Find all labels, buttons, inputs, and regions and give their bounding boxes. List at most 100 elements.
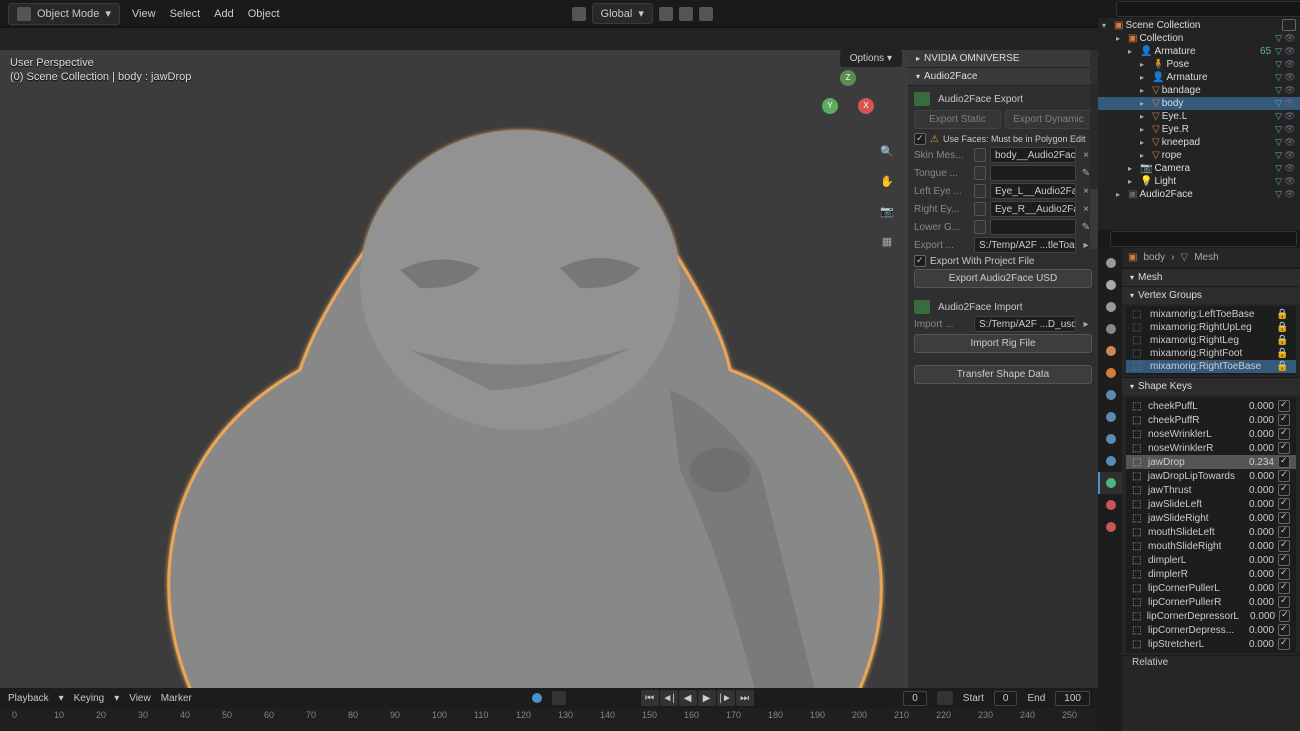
camera-icon[interactable]: 📷 (876, 200, 898, 222)
outliner-item[interactable]: ▸▣Collection▽👁 (1098, 32, 1300, 45)
vertex-group-item[interactable]: ⬚mixamorig:LeftToeBase🔒 (1126, 308, 1296, 321)
axis-x-icon[interactable]: X (858, 98, 874, 114)
skin-mesh-field[interactable]: body__Audio2Face_EX (990, 147, 1076, 163)
shape-key-item[interactable]: ⬚mouthSlideRight0.000 (1126, 539, 1296, 553)
shape-keys-panel[interactable]: Shape Keys (1122, 378, 1300, 395)
orientation-selector[interactable]: Global ▾ (592, 3, 653, 24)
omniverse-section[interactable]: NVIDIA OMNIVERSE (908, 50, 1098, 68)
tab-world[interactable] (1098, 340, 1122, 362)
jump-start-button[interactable]: ⏮ (641, 690, 659, 706)
autokey-set-icon[interactable] (552, 691, 566, 705)
import-rig-button[interactable]: Import Rig File (914, 334, 1092, 353)
keyframe-next-button[interactable]: |► (717, 690, 735, 706)
outliner-item[interactable]: ▸▽bandage▽👁 (1098, 84, 1300, 97)
tl-playback[interactable]: Playback (8, 693, 49, 704)
vertex-group-item[interactable]: ⬚mixamorig:RightLeg🔒 (1126, 334, 1296, 347)
outliner-item[interactable]: ▸🧍Pose▽👁 (1098, 58, 1300, 71)
current-frame-field[interactable]: 0 (903, 691, 927, 706)
shape-key-item[interactable]: ⬚jawThrust0.000 (1126, 483, 1296, 497)
outliner-item[interactable]: ▸👤Armature65▽👁 (1098, 45, 1300, 58)
cursor-icon[interactable] (572, 7, 586, 21)
lower-dropper[interactable] (974, 220, 986, 234)
transfer-shape-button[interactable]: Transfer Shape Data (914, 365, 1092, 384)
tongue-field[interactable] (990, 165, 1076, 181)
persp-icon[interactable]: ▦ (876, 230, 898, 252)
shape-key-item[interactable]: ⬚lipCornerDepressorL0.000 (1126, 609, 1296, 623)
export-proj-checkbox[interactable] (914, 255, 926, 267)
outliner-item[interactable]: ▸👤Armature▽👁 (1098, 71, 1300, 84)
outliner-item[interactable]: ▸▽body▽👁 (1098, 97, 1300, 110)
autokey-icon[interactable] (532, 693, 542, 703)
play-rev-button[interactable]: ◀ (679, 690, 697, 706)
outliner-item[interactable]: ▸▽kneepad▽👁 (1098, 136, 1300, 149)
prop-edit-icon[interactable] (699, 7, 713, 21)
shape-key-item[interactable]: ⬚lipStretcherL0.000 (1126, 637, 1296, 651)
timeline-ruler[interactable]: 0102030405060708090100110120130140150160… (0, 708, 1098, 731)
tab-modifier[interactable] (1098, 384, 1122, 406)
jump-end-button[interactable]: ⏭ (736, 690, 754, 706)
tab-texture[interactable] (1098, 516, 1122, 538)
shape-key-item[interactable]: ⬚mouthSlideLeft0.000 (1126, 525, 1296, 539)
crumb-mesh[interactable]: Mesh (1194, 252, 1218, 263)
menu-view[interactable]: View (132, 8, 156, 20)
outliner-item[interactable]: ▸▣Audio2Face▽👁 (1098, 188, 1300, 201)
nav-gizmo[interactable]: Z X Y (818, 70, 878, 130)
pivot-icon[interactable] (659, 7, 673, 21)
shape-key-item[interactable]: ⬚jawDropLipTowards0.000 (1126, 469, 1296, 483)
tab-output[interactable] (1098, 274, 1122, 296)
outliner-root[interactable]: ▾▣ Scene Collection (1098, 18, 1300, 32)
tab-object[interactable] (1098, 362, 1122, 384)
zoom-icon[interactable]: 🔍 (876, 140, 898, 162)
tongue-dropper[interactable] (974, 166, 986, 180)
import-browse[interactable]: ▸ (1080, 319, 1092, 330)
axis-y-icon[interactable]: Y (822, 98, 838, 114)
import-path-field[interactable]: S:/Temp/A2F ...D_usdSkel.usd (974, 316, 1076, 332)
mode-selector[interactable]: Object Mode ▾ (8, 3, 120, 25)
vertex-groups-panel[interactable]: Vertex Groups (1122, 287, 1300, 304)
vertex-group-item[interactable]: ⬚mixamorig:RightFoot🔒 (1126, 347, 1296, 360)
tab-mesh-data[interactable] (1098, 472, 1122, 494)
restrict-icon[interactable] (1282, 19, 1296, 31)
lower-gum-field[interactable] (990, 219, 1076, 235)
tl-keying[interactable]: Keying (74, 693, 105, 704)
outliner-item[interactable]: ▸💡Light▽👁 (1098, 175, 1300, 188)
axis-z-icon[interactable]: Z (840, 70, 856, 86)
export-path-field[interactable]: S:/Temp/A2F ...tleToad1.usdc (974, 237, 1076, 253)
outliner-item[interactable]: ▸📷Camera▽👁 (1098, 162, 1300, 175)
viewport-options[interactable]: Options ▾ (840, 50, 902, 67)
keyframe-prev-button[interactable]: ◄| (660, 690, 678, 706)
outliner-search[interactable] (1116, 1, 1300, 17)
snap-icon[interactable] (679, 7, 693, 21)
use-faces-checkbox[interactable] (914, 133, 926, 145)
tab-render[interactable] (1098, 252, 1122, 274)
left-eye-field[interactable]: Eye_L__Audio2Face_EX (990, 183, 1076, 199)
tab-physics[interactable] (1098, 428, 1122, 450)
pan-icon[interactable]: ✋ (876, 170, 898, 192)
mesh-panel[interactable]: Mesh (1122, 269, 1300, 286)
shape-key-item[interactable]: ⬚cheekPuffR0.000 (1126, 413, 1296, 427)
vertex-group-item[interactable]: ⬚mixamorig:RightUpLeg🔒 (1126, 321, 1296, 334)
end-frame-field[interactable]: 100 (1055, 691, 1090, 706)
shape-key-item[interactable]: ⬚dimplerR0.000 (1126, 567, 1296, 581)
leye-dropper[interactable] (974, 184, 986, 198)
shape-key-item[interactable]: ⬚jawSlideRight0.000 (1126, 511, 1296, 525)
crumb-object[interactable]: body (1143, 252, 1165, 263)
shape-key-item[interactable]: ⬚lipCornerDepress...0.000 (1126, 623, 1296, 637)
right-eye-field[interactable]: Eye_R__Audio2Face_EX (990, 201, 1076, 217)
shape-key-item[interactable]: ⬚noseWrinklerL0.000 (1126, 427, 1296, 441)
menu-object[interactable]: Object (248, 8, 280, 20)
outliner-item[interactable]: ▸▽Eye.R▽👁 (1098, 123, 1300, 136)
tab-scene[interactable] (1098, 318, 1122, 340)
start-frame-field[interactable]: 0 (994, 691, 1018, 706)
outliner-item[interactable]: ▸▽rope▽👁 (1098, 149, 1300, 162)
outliner[interactable]: ▾▣ Scene Collection ▸▣Collection▽👁▸👤Arma… (1098, 18, 1300, 230)
shape-key-item[interactable]: ⬚dimplerL0.000 (1126, 553, 1296, 567)
shape-key-item[interactable]: ⬚jawDrop0.234 (1126, 455, 1296, 469)
shape-key-item[interactable]: ⬚lipCornerPullerR0.000 (1126, 595, 1296, 609)
menu-select[interactable]: Select (170, 8, 201, 20)
shape-key-item[interactable]: ⬚cheekPuffL0.000 (1126, 399, 1296, 413)
tl-view[interactable]: View (129, 693, 151, 704)
play-button[interactable]: ▶ (698, 690, 716, 706)
reye-dropper[interactable] (974, 202, 986, 216)
clock-icon[interactable] (937, 691, 953, 705)
